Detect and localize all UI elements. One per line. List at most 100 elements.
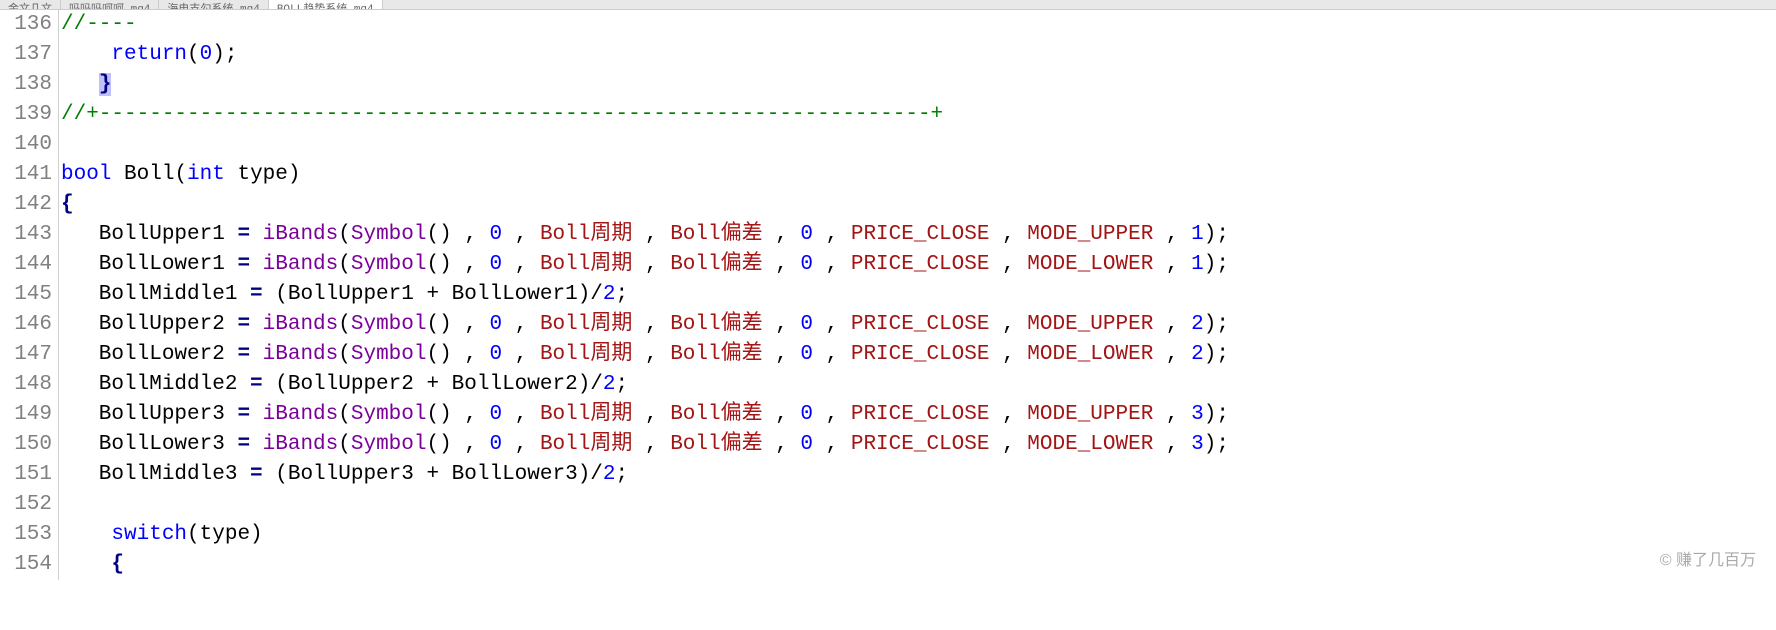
separator: ,: [1153, 313, 1191, 336]
boll-dev: Boll偏差: [670, 433, 762, 456]
tab-2[interactable]: 吗吗吗呵呵.mq4: [61, 0, 159, 9]
const-price-close: PRICE_CLOSE: [851, 313, 990, 336]
operator-assign: =: [237, 343, 250, 366]
watermark: © 赚了几百万: [1660, 546, 1756, 570]
const-mode-upper: MODE_UPPER: [1027, 223, 1153, 246]
boll-dev: Boll偏差: [670, 253, 762, 276]
operator-assign: =: [250, 373, 263, 396]
line-number: 143: [0, 220, 52, 250]
separator: ,: [763, 223, 801, 246]
separator: ,: [1153, 223, 1191, 246]
separator: ,: [502, 403, 540, 426]
separator: ,: [452, 433, 490, 456]
comment: //+-------------------------------------…: [61, 103, 943, 126]
line-number: 139: [0, 100, 52, 130]
number-literal: 0: [800, 253, 813, 276]
tab-1[interactable]: 金文几文: [0, 0, 61, 9]
code-line[interactable]: //----: [59, 10, 1776, 40]
number-literal: 0: [490, 403, 503, 426]
code-line[interactable]: //+-------------------------------------…: [59, 100, 1776, 130]
code-line[interactable]: switch(type): [59, 520, 1776, 550]
boll-dev: Boll偏差: [670, 343, 762, 366]
line-number: 140: [0, 130, 52, 160]
separator: ,: [452, 313, 490, 336]
parameter: type): [225, 163, 301, 186]
code-line[interactable]: BollLower3 = iBands(Symbol() , 0 , Boll周…: [59, 430, 1776, 460]
separator: ,: [989, 403, 1027, 426]
brace-highlighted: }: [99, 73, 112, 96]
line-end: );: [1204, 223, 1229, 246]
code-line[interactable]: bool Boll(int type): [59, 160, 1776, 190]
operator-assign: =: [237, 403, 250, 426]
line-number: 144: [0, 250, 52, 280]
code-line[interactable]: [59, 130, 1776, 160]
code-line[interactable]: {: [59, 550, 1776, 580]
code-line[interactable]: BollUpper2 = iBands(Symbol() , 0 , Boll周…: [59, 310, 1776, 340]
boll-period: Boll周期: [540, 403, 632, 426]
code-area[interactable]: //---- return(0); } //+-----------------…: [58, 10, 1776, 580]
separator: ,: [452, 253, 490, 276]
code-line[interactable]: }: [59, 70, 1776, 100]
operator-assign: =: [250, 283, 263, 306]
tab-4[interactable]: BOLL趋势系统.mq4: [269, 0, 383, 9]
const-mode-lower: MODE_LOWER: [1027, 253, 1153, 276]
code-line[interactable]: return(0);: [59, 40, 1776, 70]
code-line[interactable]: {: [59, 190, 1776, 220]
identifier: BollUpper3: [61, 403, 237, 426]
func-symbol: Symbol: [351, 343, 427, 366]
line-number-gutter: 136 137 138 139 140 141 142 143 144 145 …: [0, 10, 58, 580]
number-literal: 2: [603, 463, 616, 486]
line-end: );: [1204, 433, 1229, 456]
identifier: BollLower2: [61, 343, 237, 366]
line-end: );: [1204, 253, 1229, 276]
const-mode-lower: MODE_LOWER: [1027, 343, 1153, 366]
separator: ,: [502, 223, 540, 246]
code-editor[interactable]: 136 137 138 139 140 141 142 143 144 145 …: [0, 10, 1776, 580]
function-name: Boll: [111, 163, 174, 186]
const-mode-upper: MODE_UPPER: [1027, 313, 1153, 336]
func-ibands: iBands: [250, 343, 338, 366]
code-line[interactable]: BollUpper3 = iBands(Symbol() , 0 , Boll周…: [59, 400, 1776, 430]
line-number: 153: [0, 520, 52, 550]
tab-3[interactable]: 海电支勾系统.mq4: [159, 0, 268, 9]
separator: ,: [1153, 403, 1191, 426]
number-literal: 0: [490, 313, 503, 336]
separator: ,: [813, 223, 851, 246]
number-literal: 0: [800, 223, 813, 246]
number-literal: 0: [800, 403, 813, 426]
number-literal: 0: [200, 43, 213, 66]
func-symbol: Symbol: [351, 313, 427, 336]
separator: ,: [1153, 433, 1191, 456]
separator: ,: [813, 253, 851, 276]
code-line[interactable]: BollLower1 = iBands(Symbol() , 0 , Boll周…: [59, 250, 1776, 280]
code-line[interactable]: [59, 490, 1776, 520]
operator-assign: =: [237, 313, 250, 336]
separator: ,: [1153, 253, 1191, 276]
number-literal: 0: [490, 253, 503, 276]
separator: ,: [632, 253, 670, 276]
line-number: 145: [0, 280, 52, 310]
code-line[interactable]: BollMiddle3 = (BollUpper3 + BollLower3)/…: [59, 460, 1776, 490]
boll-dev: Boll偏差: [670, 403, 762, 426]
code-line[interactable]: BollLower2 = iBands(Symbol() , 0 , Boll周…: [59, 340, 1776, 370]
const-mode-lower: MODE_LOWER: [1027, 433, 1153, 456]
code-line[interactable]: BollMiddle1 = (BollUpper1 + BollLower1)/…: [59, 280, 1776, 310]
boll-dev: Boll偏差: [670, 313, 762, 336]
number-literal: 2: [603, 283, 616, 306]
separator: ,: [989, 253, 1027, 276]
number-literal: 2: [603, 373, 616, 396]
line-number: 151: [0, 460, 52, 490]
separator: ,: [452, 403, 490, 426]
switch-expr: (type): [187, 523, 263, 546]
const-price-close: PRICE_CLOSE: [851, 433, 990, 456]
semicolon: ;: [616, 283, 629, 306]
code-line[interactable]: BollMiddle2 = (BollUpper2 + BollLower2)/…: [59, 370, 1776, 400]
code-line[interactable]: BollUpper1 = iBands(Symbol() , 0 , Boll周…: [59, 220, 1776, 250]
number-literal: 1: [1191, 253, 1204, 276]
line-end: );: [1204, 313, 1229, 336]
number-literal: 2: [1191, 313, 1204, 336]
operator-assign: =: [237, 253, 250, 276]
line-number: 147: [0, 340, 52, 370]
identifier: BollUpper2: [61, 313, 237, 336]
number-literal: 0: [490, 223, 503, 246]
